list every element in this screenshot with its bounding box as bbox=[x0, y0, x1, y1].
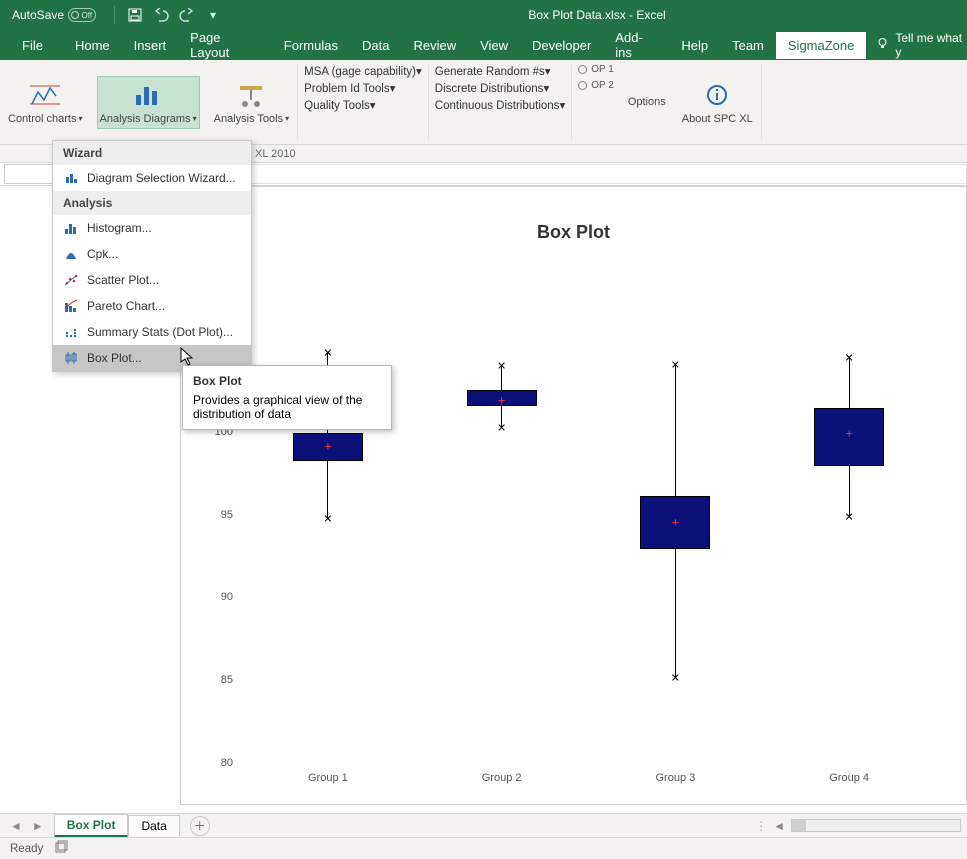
op2-radio[interactable]: OP 2 bbox=[578, 80, 614, 91]
undo-icon[interactable] bbox=[153, 7, 169, 23]
redo-icon[interactable] bbox=[179, 7, 195, 23]
sheet-tab-data[interactable]: Data bbox=[128, 815, 179, 836]
macro-record-icon[interactable] bbox=[55, 840, 69, 857]
menu-header-analysis: Analysis bbox=[53, 191, 251, 215]
menu-header-wizard: Wizard bbox=[53, 141, 251, 165]
dotplot-icon bbox=[63, 324, 79, 340]
menu-item-scatter[interactable]: Scatter Plot... bbox=[53, 267, 251, 293]
y-tick-label: 90 bbox=[203, 591, 233, 603]
problem-id-button[interactable]: Problem Id Tools▾ bbox=[304, 81, 422, 95]
chart-title: Box Plot bbox=[181, 187, 966, 253]
tab-review[interactable]: Review bbox=[401, 32, 468, 59]
options-button[interactable]: Options bbox=[626, 94, 668, 110]
y-tick-label: 80 bbox=[203, 757, 233, 769]
scatter-icon bbox=[63, 272, 79, 288]
sheet-tab-bar: ◄ ► Box Plot Data ＋ ⋮ ◄ bbox=[0, 813, 967, 837]
options-label: Options bbox=[628, 96, 666, 108]
customize-qat-icon[interactable]: ▾ bbox=[205, 7, 221, 23]
x-tick-label: Group 4 bbox=[804, 772, 894, 784]
tab-split-handle[interactable]: ⋮ bbox=[755, 819, 767, 833]
about-button[interactable]: About SPC XL bbox=[680, 77, 755, 127]
cpk-icon bbox=[63, 246, 79, 262]
about-label: About SPC XL bbox=[682, 113, 753, 125]
status-ready: Ready bbox=[10, 843, 43, 855]
analysis-diagrams-dropdown: Wizard Diagram Selection Wizard... Analy… bbox=[52, 140, 252, 372]
horizontal-scrollbar[interactable] bbox=[791, 819, 961, 832]
quality-tools-button[interactable]: Quality Tools▾ bbox=[304, 98, 422, 112]
name-box[interactable] bbox=[4, 164, 56, 184]
generate-random-button[interactable]: Generate Random #s▾ bbox=[435, 64, 565, 78]
analysis-tools-label: Analysis Tools bbox=[214, 113, 284, 125]
tellme-search[interactable]: Tell me what y bbox=[876, 31, 967, 59]
save-icon[interactable] bbox=[127, 7, 143, 23]
x-tick-label: Group 3 bbox=[630, 772, 720, 784]
tab-data[interactable]: Data bbox=[350, 32, 401, 59]
control-charts-button[interactable]: Control charts▾ bbox=[6, 77, 85, 127]
tab-file[interactable]: File bbox=[10, 32, 55, 59]
tab-sigmazone[interactable]: SigmaZone bbox=[776, 32, 866, 59]
tab-insert[interactable]: Insert bbox=[122, 32, 179, 59]
menu-item-histogram[interactable]: Histogram... bbox=[53, 215, 251, 241]
menu-label: Histogram... bbox=[87, 221, 152, 235]
lightbulb-icon bbox=[876, 37, 889, 53]
control-charts-label: Control charts bbox=[8, 113, 76, 125]
menu-label: Pareto Chart... bbox=[87, 299, 165, 313]
boxplot-icon bbox=[63, 350, 79, 366]
analysis-tools-button[interactable]: Analysis Tools▾ bbox=[212, 77, 292, 127]
autosave-label: AutoSave bbox=[12, 8, 64, 22]
new-sheet-button[interactable]: ＋ bbox=[190, 816, 210, 836]
x-tick-label: Group 1 bbox=[283, 772, 373, 784]
op1-radio[interactable]: OP 1 bbox=[578, 64, 614, 75]
histogram-icon bbox=[63, 220, 79, 236]
sheet-nav-next-icon[interactable]: ► bbox=[32, 819, 44, 833]
pareto-icon bbox=[63, 298, 79, 314]
y-tick-label: 95 bbox=[203, 509, 233, 521]
menu-item-summary-stats[interactable]: Summary Stats (Dot Plot)... bbox=[53, 319, 251, 345]
menu-label: Diagram Selection Wizard... bbox=[87, 171, 236, 185]
menu-label: Cpk... bbox=[87, 247, 118, 261]
chart-area[interactable]: Box Plot 80859095100105110+✕✕Group 1+✕✕G… bbox=[180, 186, 967, 805]
continuous-dist-button[interactable]: Continuous Distributions▾ bbox=[435, 98, 565, 112]
title-bar: AutoSave Off ▾ Box Plot Data.xlsx - Exce… bbox=[0, 0, 967, 30]
menu-item-pareto[interactable]: Pareto Chart... bbox=[53, 293, 251, 319]
sheet-tab-boxplot[interactable]: Box Plot bbox=[54, 814, 129, 838]
control-charts-icon bbox=[27, 79, 63, 111]
toggle-switch[interactable]: Off bbox=[68, 8, 96, 22]
tab-developer[interactable]: Developer bbox=[520, 32, 603, 59]
y-tick-label: 85 bbox=[203, 674, 233, 686]
analysis-diagrams-button[interactable]: Analysis Diagrams▾ bbox=[97, 76, 200, 128]
tooltip-body: Provides a graphical view of the distrib… bbox=[193, 393, 362, 421]
tab-team[interactable]: Team bbox=[720, 32, 776, 59]
tooltip-boxplot: Box Plot Provides a graphical view of th… bbox=[182, 365, 392, 430]
scroll-left-icon[interactable]: ◄ bbox=[773, 819, 785, 833]
discrete-dist-button[interactable]: Discrete Distributions▾ bbox=[435, 81, 565, 95]
ribbon: Control charts▾ Analysis Diagrams▾ Analy… bbox=[0, 60, 967, 145]
autosave-state: Off bbox=[82, 11, 93, 20]
chart-plot: 80859095100105110+✕✕Group 1+✕✕Group 2+✕✕… bbox=[241, 267, 936, 764]
analysis-diagrams-icon bbox=[130, 79, 166, 111]
tab-home[interactable]: Home bbox=[63, 32, 122, 59]
menu-item-cpk[interactable]: Cpk... bbox=[53, 241, 251, 267]
menu-label: Scatter Plot... bbox=[87, 273, 159, 287]
msa-button[interactable]: MSA (gage capability)▾ bbox=[304, 64, 422, 78]
menu-item-diagram-wizard[interactable]: Diagram Selection Wizard... bbox=[53, 165, 251, 191]
tab-help[interactable]: Help bbox=[669, 32, 720, 59]
window-title: Box Plot Data.xlsx - Excel bbox=[227, 8, 967, 22]
x-tick-label: Group 2 bbox=[457, 772, 547, 784]
info-icon bbox=[699, 79, 735, 111]
cursor-icon bbox=[180, 347, 196, 367]
diagram-wizard-icon bbox=[63, 170, 79, 186]
sheet-nav-prev-icon[interactable]: ◄ bbox=[10, 819, 22, 833]
analysis-tools-icon bbox=[233, 79, 269, 111]
menu-label: Box Plot... bbox=[87, 351, 142, 365]
menu-label: Summary Stats (Dot Plot)... bbox=[87, 325, 233, 339]
tooltip-title: Box Plot bbox=[193, 374, 381, 388]
tab-formulas[interactable]: Formulas bbox=[272, 32, 350, 59]
analysis-diagrams-label: Analysis Diagrams bbox=[100, 113, 191, 125]
ribbon-tabs: File Home Insert Page Layout Formulas Da… bbox=[0, 30, 967, 60]
status-bar: Ready bbox=[0, 837, 967, 859]
tab-view[interactable]: View bbox=[468, 32, 520, 59]
tellme-text: Tell me what y bbox=[895, 31, 967, 59]
autosave-toggle[interactable]: AutoSave Off bbox=[6, 6, 102, 24]
